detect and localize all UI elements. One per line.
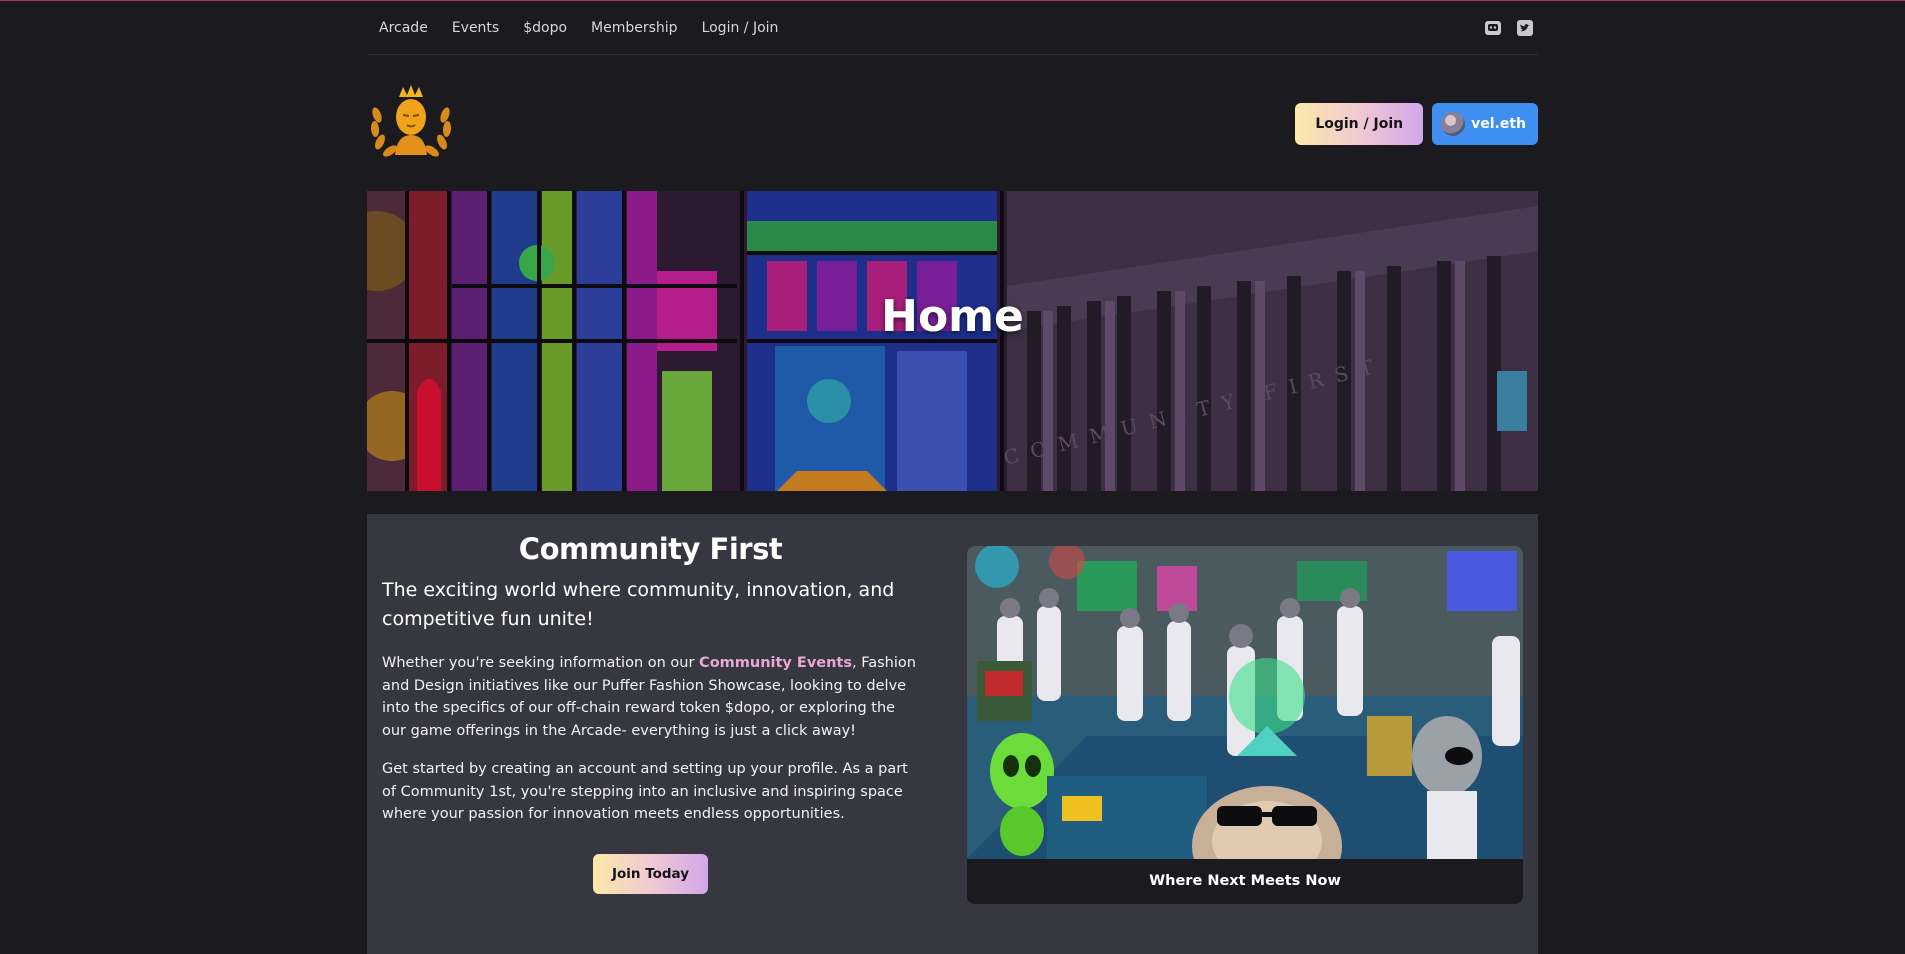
- feature-card: Where Next Meets Now: [967, 546, 1523, 904]
- page-title: Home: [881, 291, 1024, 342]
- nav-link-events[interactable]: Events: [440, 20, 511, 36]
- feature-image: [967, 546, 1523, 859]
- site-logo[interactable]: [367, 85, 455, 161]
- top-nav: Arcade Events $dopo Membership Login / J…: [367, 2, 1538, 55]
- feature-caption: Where Next Meets Now: [1149, 873, 1341, 889]
- twitter-icon[interactable]: [1516, 19, 1534, 37]
- nav-links: Arcade Events $dopo Membership Login / J…: [367, 20, 790, 36]
- avatar: [1441, 112, 1466, 136]
- intro-lead: The exciting world where community, inno…: [382, 579, 895, 630]
- wallet-button[interactable]: vel.eth: [1432, 103, 1538, 145]
- join-today-button[interactable]: Join Today: [592, 853, 709, 894]
- nav-link-login[interactable]: Login / Join: [690, 20, 791, 36]
- hero-banner: COMMUNITY FIRST Home: [367, 191, 1538, 491]
- nav-link-membership[interactable]: Membership: [579, 20, 690, 36]
- header-actions: Login / Join vel.eth: [1295, 103, 1538, 145]
- join-wrap: Join Today: [382, 853, 919, 894]
- intro-title: Community First: [518, 532, 783, 566]
- community-events-link[interactable]: Community Events: [699, 655, 852, 671]
- intro-paragraph-1: Whether you're seeking information on ou…: [382, 652, 919, 742]
- intro-card: Community First The exciting world where…: [367, 514, 1538, 954]
- intro-text: Community First The exciting world where…: [382, 532, 919, 894]
- intro-p1-before: Whether you're seeking information on ou…: [382, 655, 700, 671]
- intro-paragraph-2: Get started by creating an account and s…: [382, 761, 908, 822]
- wallet-label: vel.eth: [1471, 116, 1526, 132]
- nav-link-arcade[interactable]: Arcade: [367, 20, 440, 36]
- social-links: [1484, 19, 1538, 37]
- discord-icon[interactable]: [1484, 19, 1502, 37]
- nav-link-dopo[interactable]: $dopo: [511, 20, 579, 36]
- login-join-button[interactable]: Login / Join: [1295, 103, 1424, 145]
